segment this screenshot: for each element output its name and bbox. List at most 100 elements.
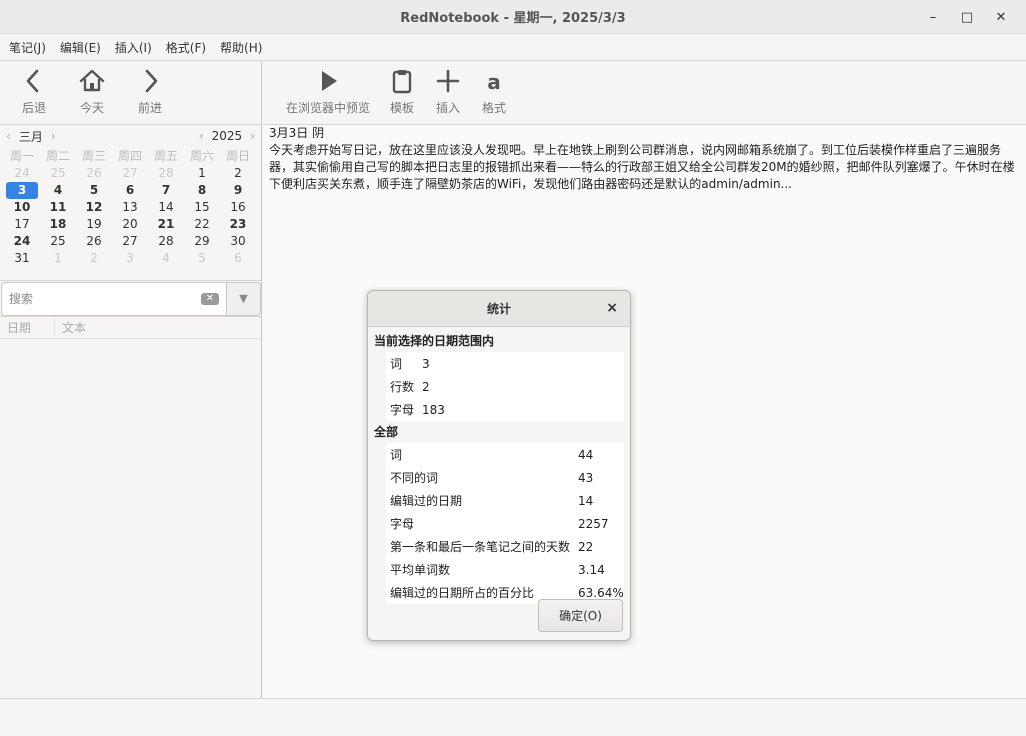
play-icon [322,71,337,91]
prev-month-icon[interactable]: ‹ [6,129,11,143]
calendar-day[interactable]: 20 [112,216,148,233]
dialog-title: 统计 [486,302,511,316]
calendar-day[interactable]: 29 [184,233,220,250]
calendar-day[interactable]: 23 [220,216,256,233]
menu-notebook[interactable]: 笔记(J) [2,39,53,56]
calendar-day[interactable]: 15 [184,199,220,216]
calendar-day[interactable]: 9 [220,182,256,199]
calendar-day[interactable]: 2 [76,250,112,267]
calendar-day[interactable]: 27 [112,165,148,182]
stat-value: 183 [422,402,445,417]
section-selected-range: 当前选择的日期范围内 [374,334,495,348]
calendar-day[interactable]: 26 [76,233,112,250]
calendar-day[interactable]: 4 [40,182,76,199]
calendar-day[interactable]: 24 [4,233,40,250]
stat-label: 平均单词数 [390,563,451,577]
stat-value: 22 [578,539,594,554]
format-text-icon: a [487,70,501,94]
prev-year-icon[interactable]: ‹ [199,129,204,143]
svg-text:a: a [487,70,501,94]
calendar-day[interactable]: 19 [76,216,112,233]
calendar-day[interactable]: 28 [148,165,184,182]
calendar-day[interactable]: 6 [112,182,148,199]
stat-value: 43 [578,470,594,485]
format-button[interactable]: a 格式 [471,61,517,125]
weekday-header: 周四 [117,149,142,163]
calendar-day[interactable]: 7 [148,182,184,199]
maximize-button[interactable]: □ [950,0,984,34]
navigation-toolbar: 后退 今天 前进 [0,61,261,125]
search-dropdown-button[interactable]: ▼ [227,281,261,316]
stat-value: 2257 [578,516,609,531]
calendar-day[interactable]: 28 [148,233,184,250]
calendar-day[interactable]: 6 [220,250,256,267]
selected-range-stats: 词 3 行数 2 字母 183 [386,352,624,421]
forward-button[interactable]: 前进 [121,61,179,125]
calendar-day[interactable]: 31 [4,250,40,267]
menu-insert[interactable]: 插入(I) [108,39,159,56]
calendar-day[interactable]: 18 [40,216,76,233]
template-button[interactable]: 模板 [379,61,425,125]
today-button[interactable]: 今天 [63,61,121,125]
column-header-text[interactable]: 文本 [55,319,86,336]
home-icon [79,69,105,92]
calendar-day[interactable]: 22 [184,216,220,233]
calendar-day[interactable]: 25 [40,165,76,182]
calendar-day[interactable]: 4 [148,250,184,267]
ok-button[interactable]: 确定(O) [538,599,623,632]
search-input[interactable] [9,291,201,306]
column-header-date[interactable]: 日期 [0,319,55,336]
stat-value: 63.64% [578,585,624,600]
close-window-button[interactable]: ✕ [984,0,1018,34]
calendar-day[interactable]: 10 [4,199,40,216]
calendar-day[interactable]: 26 [76,165,112,182]
minimize-button[interactable]: – [916,0,950,34]
calendar-day[interactable]: 25 [40,233,76,250]
calendar-day[interactable]: 8 [184,182,220,199]
calendar-day[interactable]: 16 [220,199,256,216]
template-label: 模板 [390,101,415,115]
all-stats: 词 44 不同的词 43 编辑过的日期 14 字母 2257 第一条和最后一条笔记之间的天数 22… [386,443,624,604]
calendar-day[interactable]: 21 [148,216,184,233]
calendar-day[interactable]: 1 [40,250,76,267]
stat-value: 3 [422,356,430,371]
calendar-day[interactable]: 1 [184,165,220,182]
forward-arrow-icon [145,69,158,93]
menu-format[interactable]: 格式(F) [159,39,213,56]
window-title: RedNotebook - 星期一, 2025/3/3 [400,11,626,26]
stat-label: 第一条和最后一条笔记之间的天数 [390,540,571,554]
calendar-day[interactable]: 2 [220,165,256,182]
calendar-day-selected[interactable]: 3 [6,182,38,199]
calendar-day[interactable]: 24 [4,165,40,182]
insert-button[interactable]: 插入 [425,61,471,125]
calendar-day[interactable]: 11 [40,199,76,216]
next-year-icon[interactable]: › [250,129,255,143]
calendar-day[interactable]: 5 [76,182,112,199]
calendar-day[interactable]: 3 [112,250,148,267]
stat-value: 14 [578,493,594,508]
dialog-close-icon[interactable]: × [606,300,618,316]
calendar-day[interactable]: 30 [220,233,256,250]
calendar-day[interactable]: 5 [184,250,220,267]
title-bar: RedNotebook - 星期一, 2025/3/3 – □ ✕ [0,0,1026,34]
preview-button[interactable]: 在浏览器中预览 [277,61,379,125]
menu-edit[interactable]: 编辑(E) [53,39,108,56]
stat-label: 行数 [390,380,415,394]
back-label: 后退 [21,101,46,115]
entry-body: 今天考虑开始写日记，放在这里应该没人发现吧。早上在地铁上刷到公司群消息，说内网邮… [269,143,1015,191]
calendar-day[interactable]: 12 [76,199,112,216]
calendar-day[interactable]: 13 [112,199,148,216]
dialog-title-bar: 统计 × [368,291,630,327]
next-month-icon[interactable]: › [51,129,56,143]
stat-row: 平均单词数 3.14 [386,558,624,581]
menu-help[interactable]: 帮助(H) [213,39,269,56]
calendar-day[interactable]: 27 [112,233,148,250]
calendar-day[interactable]: 17 [4,216,40,233]
stat-row: 词3 [386,352,624,375]
search-box: ✕ [1,281,227,316]
back-button[interactable]: 后退 [5,61,63,125]
stat-label: 字母 [390,403,415,417]
clear-search-icon[interactable]: ✕ [201,292,219,305]
year-selector: ‹ 2025 › [199,129,255,143]
calendar-day[interactable]: 14 [148,199,184,216]
